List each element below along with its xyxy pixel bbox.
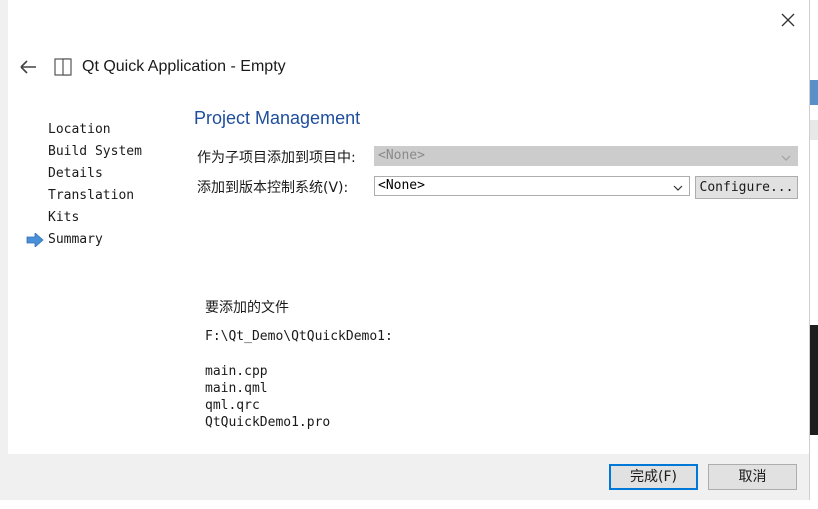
chevron-down-icon [673,181,683,191]
wizard-footer: 完成(F) 取消 [8,454,809,500]
step-build-system: Build System [48,144,142,159]
back-arrow-icon[interactable] [18,57,38,77]
add-subproject-combobox: <None> [374,146,798,166]
vcs-label: 添加到版本控制系统(V): [197,180,349,196]
chevron-down-icon [781,151,791,161]
finish-button[interactable]: 完成(F) [609,464,698,490]
step-translation: Translation [48,188,135,203]
add-subproject-label: 作为子项目添加到项目中: [197,150,356,166]
configure-button[interactable]: Configure... [695,176,798,199]
step-summary: Summary [48,232,103,247]
files-to-add-heading: 要添加的文件 [205,300,289,316]
step-kits: Kits [48,210,80,225]
file-item: qml.qrc [205,398,260,413]
step-details: Details [48,166,103,181]
file-item: QtQuickDemo1.pro [205,415,331,430]
page-title: Project Management [194,108,361,128]
current-step-arrow-icon [26,232,44,248]
cancel-button[interactable]: 取消 [708,464,797,490]
add-subproject-value: <None> [378,148,425,163]
close-icon[interactable] [776,8,800,32]
step-location: Location [48,122,111,137]
wizard-title: Qt Quick Application - Empty [82,58,286,75]
vcs-combobox[interactable]: <None> [374,176,690,196]
background-window-bottom [0,500,818,509]
file-item: main.cpp [205,364,268,379]
file-item: main.qml [205,381,268,396]
files-directory: F:\Qt_Demo\QtQuickDemo1: [205,329,393,344]
vcs-value: <None> [378,178,425,193]
new-project-wizard-dialog: Qt Quick Application - Empty Location Bu… [8,0,810,500]
wizard-page-icon [53,57,73,77]
